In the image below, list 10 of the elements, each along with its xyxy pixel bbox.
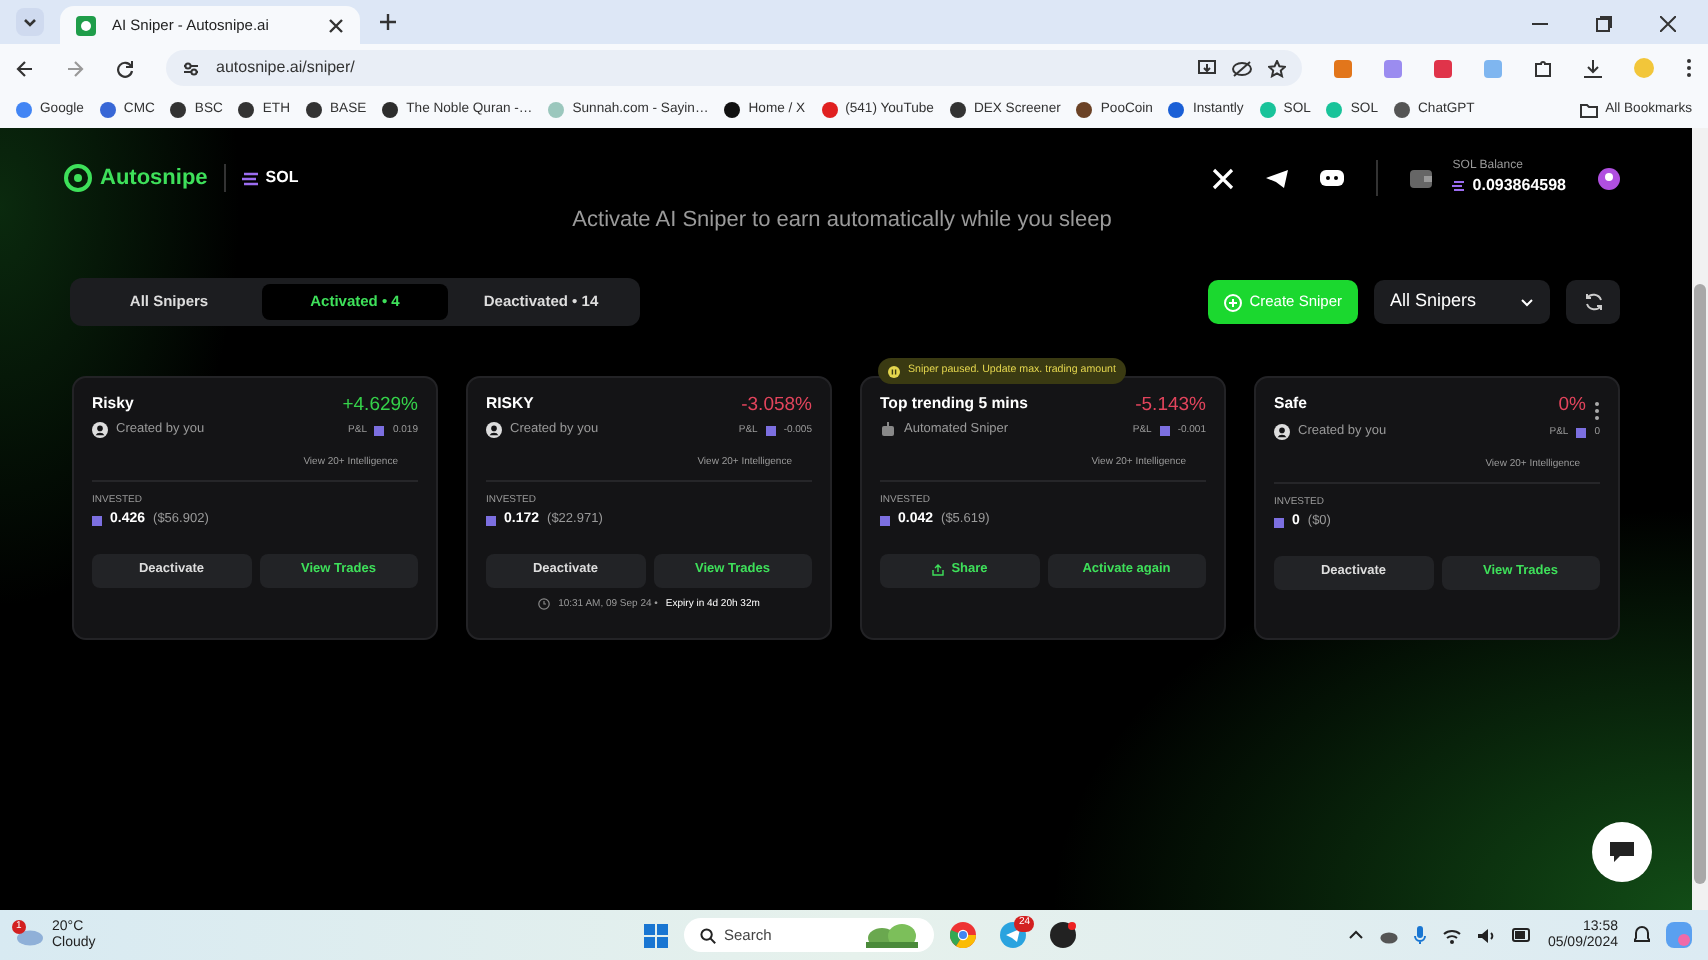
chain-selector[interactable]: SOL — [265, 167, 299, 189]
percent-change: -5.143% — [1135, 394, 1206, 419]
address-bar[interactable]: autosnipe.ai/sniper/ — [166, 50, 1302, 86]
subtitle: Activate AI Sniper to earn automatically while you sleep — [572, 208, 1112, 232]
percent-change: +4.629% — [342, 394, 418, 419]
sniper-dropdown[interactable]: All Snipers — [1374, 280, 1550, 325]
logo[interactable]: Autosnipe — [100, 163, 208, 193]
percent-change: -3.058% — [741, 394, 812, 419]
balance-value: 0.093864598 — [1472, 175, 1566, 197]
percent-change: 0% — [1558, 394, 1586, 419]
